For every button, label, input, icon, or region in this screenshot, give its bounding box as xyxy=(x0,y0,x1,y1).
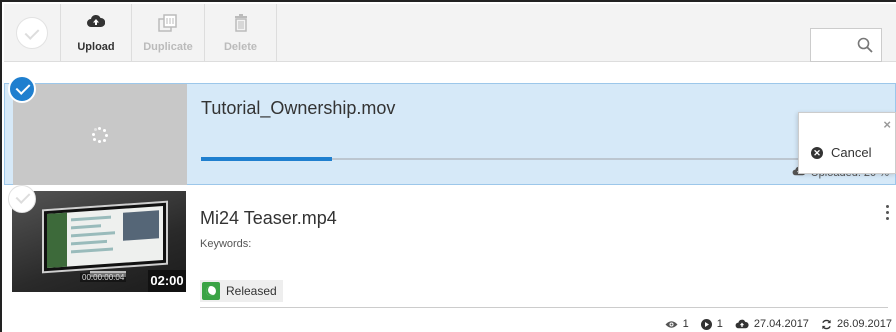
upload-context-menu: × ✕ Cancel xyxy=(798,112,896,174)
upload-button[interactable]: Upload xyxy=(61,4,132,62)
cancel-label: Cancel xyxy=(831,145,872,160)
duplicate-label: Duplicate xyxy=(143,41,193,53)
thumbnail-monitor-image xyxy=(42,200,168,274)
loading-spinner-icon xyxy=(92,127,108,143)
video-thumbnail[interactable]: 00:00:00:04 02:00 xyxy=(12,191,186,292)
cloud-upload-icon xyxy=(61,14,131,34)
toolbar: Upload Duplicate Delete xyxy=(4,4,896,62)
close-icon[interactable]: × xyxy=(883,117,891,132)
select-all-toggle[interactable] xyxy=(4,4,61,62)
item-select-checkbox[interactable] xyxy=(8,75,36,103)
item-title[interactable]: Tutorial_Ownership.mov xyxy=(201,98,395,119)
upload-progress-bar xyxy=(201,157,889,161)
globe-icon xyxy=(202,282,220,300)
plays-stat: 1 xyxy=(700,318,723,330)
search-input[interactable] xyxy=(810,28,882,62)
play-circle-icon xyxy=(700,318,712,330)
uploaded-date-stat: 27.04.2017 xyxy=(735,318,809,330)
list-item-media[interactable]: 00:00:00:04 02:00 Mi24 Teaser.mp4 Keywor… xyxy=(4,191,896,332)
eye-icon xyxy=(665,320,678,328)
upload-progress-fill xyxy=(201,157,332,161)
video-thumbnail-placeholder[interactable] xyxy=(13,84,187,185)
duplicate-icon xyxy=(132,14,204,34)
list-item-uploading[interactable]: Tutorial_Ownership.mov Uploaded: 20 % xyxy=(4,83,896,185)
duration-badge: 02:00 xyxy=(148,270,186,292)
delete-label: Delete xyxy=(223,41,258,53)
cloud-upload-icon xyxy=(735,319,749,329)
more-options-icon[interactable] xyxy=(886,205,890,221)
views-stat: 1 xyxy=(665,318,689,330)
divider xyxy=(200,307,888,308)
trash-icon xyxy=(205,14,276,34)
checkmark-icon xyxy=(16,17,48,49)
status-badge: Released xyxy=(200,280,283,302)
search-icon[interactable] xyxy=(857,37,873,58)
status-badge-label: Released xyxy=(226,284,277,298)
item-title[interactable]: Mi24 Teaser.mp4 xyxy=(200,208,337,229)
delete-button[interactable]: Delete xyxy=(205,4,277,62)
item-select-checkbox[interactable] xyxy=(8,185,36,213)
cancel-upload-button[interactable]: ✕ Cancel xyxy=(811,145,871,160)
duplicate-button[interactable]: Duplicate xyxy=(132,4,205,62)
item-stats: 1 1 27.04.2017 26.09.2017 xyxy=(665,318,892,330)
upload-label: Upload xyxy=(77,41,115,53)
refresh-icon xyxy=(822,319,831,329)
cancel-circle-icon: ✕ xyxy=(811,146,823,159)
thumbnail-timecode: 00:00:00:04 xyxy=(80,273,127,282)
keywords-label: Keywords: xyxy=(200,238,252,250)
updated-date-stat: 26.09.2017 xyxy=(821,318,892,330)
